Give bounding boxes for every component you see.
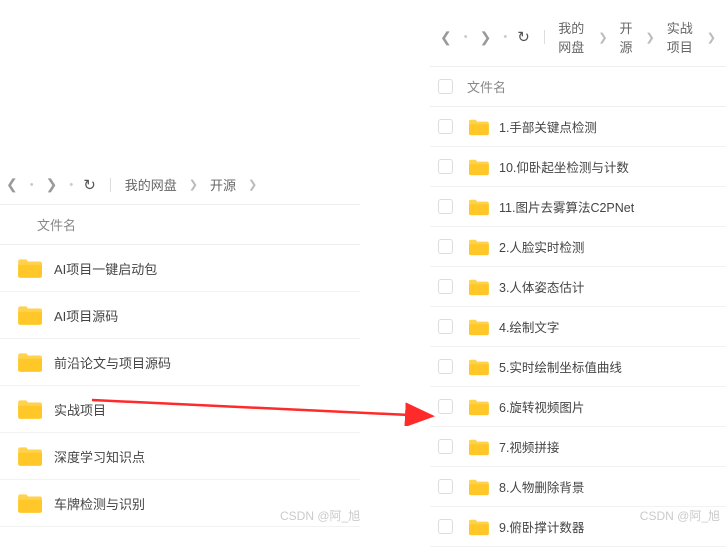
file-name: 11.图片去雾算法C2PNet: [499, 197, 634, 216]
refresh-icon[interactable]: ↻: [83, 176, 96, 194]
folder-icon: [467, 438, 489, 456]
file-name: 6.旋转视频图片: [499, 397, 584, 416]
left-file-list: AI项目一键启动包 AI项目源码前沿论文与项目源码实战项目深度学习知识点车牌检测与…: [0, 245, 360, 527]
breadcrumb-item[interactable]: 我的网盘: [125, 175, 177, 194]
file-name: 前沿论文与项目源码: [54, 353, 171, 372]
file-name: 8.人物删除背景: [499, 477, 584, 496]
folder-icon: [467, 398, 489, 416]
file-name: 1.手部关键点检测: [499, 117, 597, 136]
breadcrumb-item[interactable]: 开源: [210, 175, 236, 194]
chevron-right-icon: ❯: [246, 178, 259, 191]
nav-separator-dot: •: [503, 31, 507, 43]
folder-icon: [16, 445, 42, 467]
file-row[interactable]: 实战项目: [0, 386, 360, 433]
file-row[interactable]: 11.图片去雾算法C2PNet: [430, 187, 726, 227]
file-name: 车牌检测与识别: [54, 494, 145, 513]
folder-icon: [467, 518, 489, 536]
folder-icon: [16, 257, 42, 279]
forward-button[interactable]: ❯: [44, 176, 60, 193]
breadcrumb-item[interactable]: 开源: [620, 18, 634, 56]
file-row[interactable]: 10.仰卧起坐检测与计数: [430, 147, 726, 187]
row-checkbox[interactable]: [438, 399, 453, 414]
file-row[interactable]: AI项目源码: [0, 292, 360, 339]
watermark: CSDN @阿_旭: [640, 507, 720, 524]
chevron-right-icon: ❯: [187, 178, 200, 191]
row-checkbox[interactable]: [438, 479, 453, 494]
file-row[interactable]: 3.人体姿态估计: [430, 267, 726, 307]
chevron-right-icon: ❯: [705, 31, 718, 44]
folder-icon: [16, 304, 42, 326]
folder-icon: [467, 158, 489, 176]
file-name: 7.视频拼接: [499, 437, 559, 456]
folder-icon: [16, 492, 42, 514]
folder-icon: [16, 398, 42, 420]
row-checkbox[interactable]: [438, 319, 453, 334]
folder-icon: [467, 318, 489, 336]
file-name: AI项目一键启动包: [54, 259, 157, 278]
file-name: 9.俯卧撑计数器: [499, 517, 584, 536]
breadcrumb-item[interactable]: 我的网盘: [558, 18, 586, 56]
row-checkbox[interactable]: [438, 279, 453, 294]
row-checkbox[interactable]: [438, 439, 453, 454]
file-row[interactable]: 4.绘制文字: [430, 307, 726, 347]
file-name: 2.人脸实时检测: [499, 237, 584, 256]
left-toolbar: ❮ • ❯ • ↻ 我的网盘 ❯ 开源 ❯: [0, 175, 360, 204]
file-name: 4.绘制文字: [499, 317, 559, 336]
right-toolbar: ❮ • ❯ • ↻ 我的网盘 ❯ 开源 ❯ 实战项目 ❯: [430, 18, 726, 66]
file-name: 实战项目: [54, 400, 106, 419]
chevron-right-icon: ❯: [596, 31, 609, 44]
file-name: AI项目源码: [54, 306, 118, 325]
toolbar-divider: [544, 30, 545, 44]
nav-separator-dot: •: [30, 179, 34, 191]
select-all-checkbox[interactable]: [438, 79, 453, 94]
toolbar-divider: [110, 178, 111, 192]
right-file-list: 1.手部关键点检测 10.仰卧起坐检测与计数 11.图片去雾算法C2PNet 2.人脸…: [430, 107, 726, 547]
row-checkbox[interactable]: [438, 199, 453, 214]
row-checkbox[interactable]: [438, 519, 453, 534]
left-column-header: 文件名: [0, 204, 360, 245]
forward-button[interactable]: ❯: [478, 29, 494, 46]
breadcrumb-item[interactable]: 实战项目: [667, 18, 695, 56]
file-row[interactable]: 6.旋转视频图片: [430, 387, 726, 427]
back-button[interactable]: ❮: [4, 176, 20, 193]
file-name: 5.实时绘制坐标值曲线: [499, 357, 622, 376]
file-name: 10.仰卧起坐检测与计数: [499, 157, 629, 176]
row-checkbox[interactable]: [438, 119, 453, 134]
folder-icon: [467, 198, 489, 216]
chevron-right-icon: ❯: [644, 31, 657, 44]
left-file-pane: ❮ • ❯ • ↻ 我的网盘 ❯ 开源 ❯ 文件名 AI项目一键启动包 AI项目源…: [0, 175, 360, 527]
file-row[interactable]: 2.人脸实时检测: [430, 227, 726, 267]
file-row[interactable]: 7.视频拼接: [430, 427, 726, 467]
file-row[interactable]: 5.实时绘制坐标值曲线: [430, 347, 726, 387]
file-name: 深度学习知识点: [54, 447, 145, 466]
back-button[interactable]: ❮: [438, 29, 454, 46]
watermark: CSDN @阿_旭: [280, 507, 360, 524]
folder-icon: [467, 118, 489, 136]
column-header-name: 文件名: [37, 215, 76, 234]
file-name: 3.人体姿态估计: [499, 277, 584, 296]
file-row[interactable]: 前沿论文与项目源码: [0, 339, 360, 386]
folder-icon: [467, 278, 489, 296]
folder-icon: [467, 478, 489, 496]
file-row[interactable]: 1.手部关键点检测: [430, 107, 726, 147]
nav-separator-dot: •: [464, 31, 468, 43]
column-header-name: 文件名: [467, 77, 506, 96]
folder-icon: [467, 238, 489, 256]
refresh-icon[interactable]: ↻: [517, 28, 530, 46]
file-row[interactable]: AI项目一键启动包: [0, 245, 360, 292]
row-checkbox[interactable]: [438, 239, 453, 254]
file-row[interactable]: 深度学习知识点: [0, 433, 360, 480]
right-column-header: 文件名: [430, 66, 726, 107]
file-row[interactable]: 8.人物删除背景: [430, 467, 726, 507]
folder-icon: [16, 351, 42, 373]
row-checkbox[interactable]: [438, 359, 453, 374]
row-checkbox[interactable]: [438, 159, 453, 174]
right-file-pane: ❮ • ❯ • ↻ 我的网盘 ❯ 开源 ❯ 实战项目 ❯ 文件名 1.手部关键点…: [430, 18, 726, 547]
nav-separator-dot: •: [69, 179, 73, 191]
folder-icon: [467, 358, 489, 376]
